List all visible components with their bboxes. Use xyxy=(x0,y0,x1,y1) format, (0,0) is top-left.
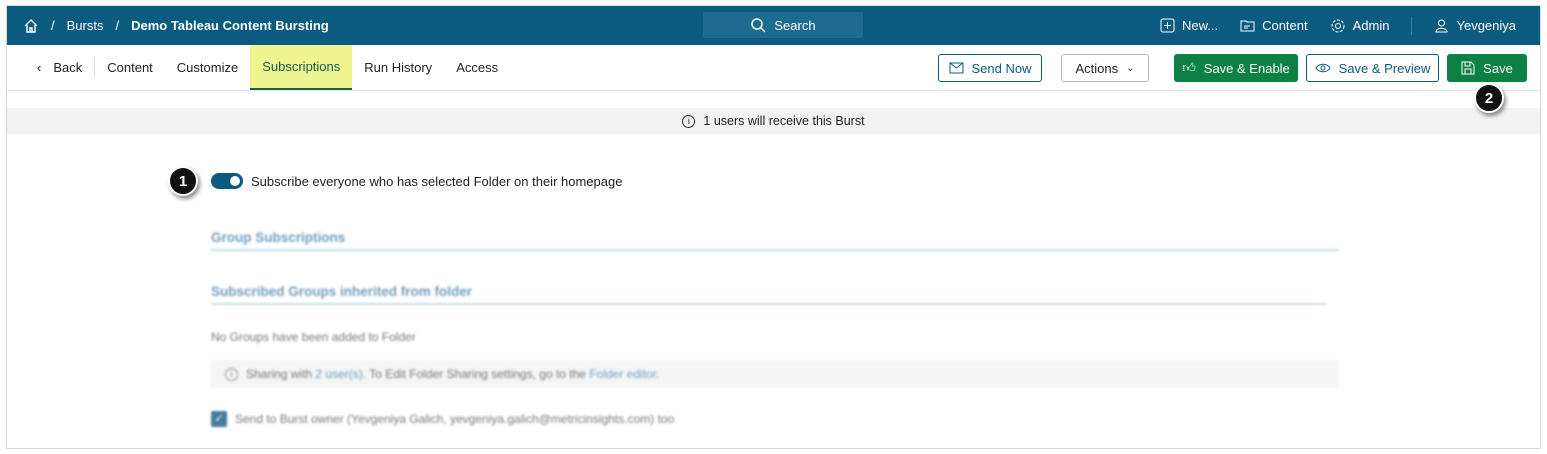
tab-run-history[interactable]: Run History xyxy=(352,45,444,90)
top-bar: / Bursts / Demo Tableau Content Bursting… xyxy=(7,6,1540,45)
thumbs-up-icon: 👍︎ xyxy=(1182,60,1196,75)
content-nav[interactable]: Content xyxy=(1240,18,1308,33)
chevron-down-icon: ⌄ xyxy=(1126,62,1135,74)
user-icon xyxy=(1435,19,1448,33)
actions-dropdown[interactable]: Actions ⌄ xyxy=(1061,54,1149,82)
inherited-groups-heading: Subscribed Groups inherited from folder xyxy=(211,284,473,299)
users-link[interactable]: 2 user(s) xyxy=(315,367,362,381)
sharing-info: i Sharing with 2 user(s). To Edit Folder… xyxy=(211,360,1339,388)
divider xyxy=(1411,16,1413,35)
chevron-left-icon: ‹ xyxy=(37,60,42,75)
save-enable-button[interactable]: 👍︎ Save & Enable xyxy=(1174,54,1298,82)
folder-icon xyxy=(1240,20,1255,32)
save-button[interactable]: Save xyxy=(1447,54,1527,82)
breadcrumb-bursts[interactable]: Bursts xyxy=(67,18,104,33)
home-icon[interactable] xyxy=(23,18,39,34)
send-now-button[interactable]: Send Now xyxy=(938,54,1042,82)
info-icon: i xyxy=(682,114,696,128)
tab-customize[interactable]: Customize xyxy=(165,45,250,90)
gear-icon xyxy=(1331,19,1345,32)
no-groups-text: No Groups have been added to Folder xyxy=(211,330,416,344)
back-button[interactable]: ‹ Back xyxy=(7,57,96,78)
plus-square-icon xyxy=(1160,18,1175,33)
divider xyxy=(211,303,1327,305)
search-icon xyxy=(751,18,766,33)
search-button[interactable]: Search xyxy=(703,12,863,38)
breadcrumb-current: Demo Tableau Content Bursting xyxy=(131,18,329,33)
divider xyxy=(211,249,1339,251)
send-to-owner-checkbox[interactable]: ✓ xyxy=(211,411,227,427)
envelope-icon xyxy=(949,62,963,74)
info-bar: i1 users will receive this Burst xyxy=(7,108,1540,134)
callout-badge-2: 2 xyxy=(1474,83,1504,113)
admin-nav[interactable]: Admin xyxy=(1330,18,1389,34)
floppy-icon xyxy=(1461,61,1475,75)
eye-icon xyxy=(1315,63,1331,73)
tab-access[interactable]: Access xyxy=(444,45,510,90)
folder-editor-link[interactable]: Folder editor xyxy=(589,367,656,381)
tab-subscriptions[interactable]: Subscriptions xyxy=(250,45,353,90)
callout-badge-1: 1 xyxy=(168,166,198,196)
subscribe-everyone-toggle[interactable] xyxy=(211,173,243,189)
subscribe-toggle-label: Subscribe everyone who has selected Fold… xyxy=(251,174,623,189)
breadcrumb: / Bursts / Demo Tableau Content Bursting xyxy=(23,18,329,34)
info-icon: i xyxy=(225,367,238,381)
send-to-owner-label: Send to Burst owner (Yevgeniya Galich, y… xyxy=(235,412,675,426)
save-preview-button[interactable]: Save & Preview xyxy=(1306,54,1439,82)
group-subscriptions-heading: Group Subscriptions xyxy=(211,230,346,245)
new-button[interactable]: New... xyxy=(1160,18,1218,33)
user-menu[interactable]: Yevgeniya xyxy=(1434,18,1516,33)
tab-content[interactable]: Content xyxy=(95,45,165,90)
